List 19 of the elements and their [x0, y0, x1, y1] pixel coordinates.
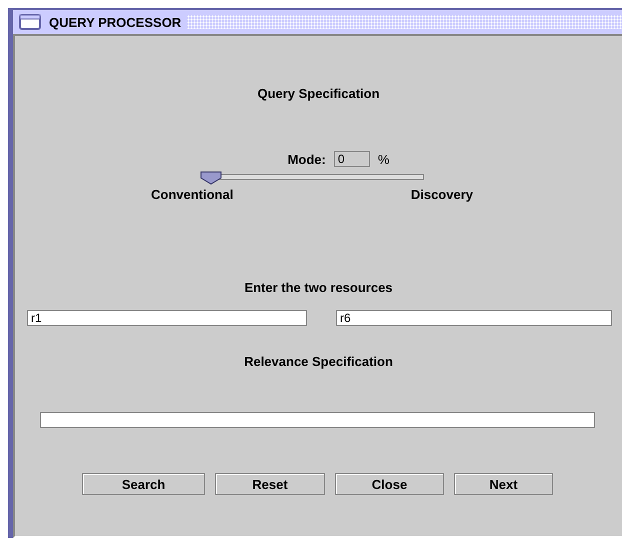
min-label: Conventional — [151, 187, 234, 202]
unit-label: % — [378, 152, 390, 166]
slider-thumb[interactable] — [200, 171, 222, 185]
window-title: QUERY PROCESSOR — [49, 14, 182, 30]
action-button[interactable]: Next — [454, 473, 553, 495]
section-heading: Query Specification — [257, 86, 380, 101]
action-button[interactable]: Reset — [215, 473, 325, 495]
relevance-field[interactable] — [40, 412, 595, 428]
mode-field[interactable]: 0 — [334, 151, 370, 167]
mode-label: Mode: — [288, 152, 326, 166]
section-heading: Relevance Specification — [244, 354, 393, 369]
action-button[interactable]: Close — [335, 473, 444, 495]
action-button[interactable]: Search — [82, 473, 205, 495]
resource-field[interactable]: r1 — [27, 310, 307, 326]
resource-field[interactable]: r6 — [336, 310, 612, 326]
mode-slider[interactable] — [199, 171, 424, 187]
section-heading: Enter the two resources — [244, 280, 393, 295]
max-label: Discovery — [410, 187, 473, 202]
window-icon — [19, 14, 41, 30]
